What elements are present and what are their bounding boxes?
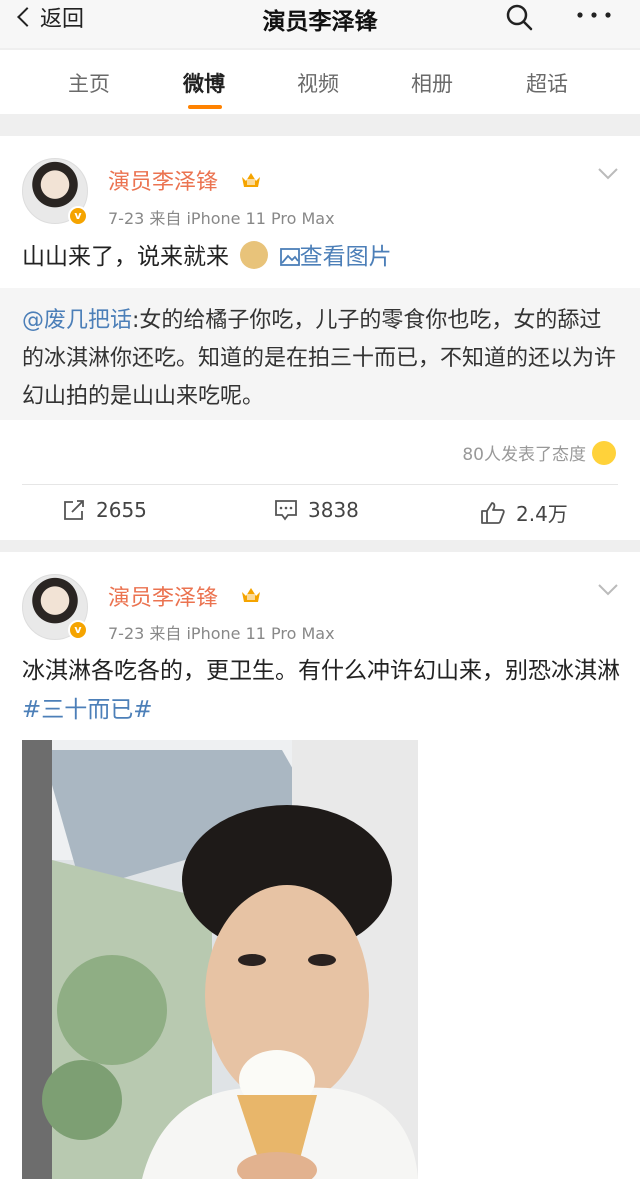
profile-tabs: 主页 微博 视频 相册 超话 bbox=[0, 50, 640, 114]
chevron-down-icon[interactable] bbox=[598, 584, 618, 596]
comment-icon bbox=[275, 500, 297, 521]
divider bbox=[22, 484, 618, 485]
crown-icon bbox=[242, 588, 260, 602]
post-text: 山山来了，说来就来 查看图片 bbox=[22, 238, 622, 277]
post-meta: 7-23 来自 iPhone 11 Pro Max bbox=[108, 209, 335, 228]
post-username[interactable]: 演员李泽锋 bbox=[108, 164, 218, 196]
post-text: 冰淇淋各吃各的，更卫生。有什么冲许幻山来，别恐冰淇淋 #三十而已# bbox=[22, 652, 622, 730]
active-tab-indicator bbox=[188, 105, 222, 109]
verified-badge-icon: v bbox=[68, 206, 88, 226]
post-username[interactable]: 演员李泽锋 bbox=[108, 580, 218, 612]
repost-button[interactable]: 2655 bbox=[62, 498, 147, 522]
view-image-link[interactable]: 查看图片 bbox=[279, 244, 392, 270]
more-icon[interactable] bbox=[574, 0, 614, 30]
thumbs-up-icon bbox=[481, 501, 505, 524]
quote-user-link[interactable]: @废几把话 bbox=[22, 308, 132, 333]
post-text-body: 冰淇淋各吃各的，更卫生。有什么冲许幻山来，别恐冰淇淋 bbox=[22, 658, 620, 684]
page-title: 演员李泽锋 bbox=[262, 9, 378, 35]
tab-supertopic[interactable]: 超话 bbox=[526, 68, 568, 98]
post-meta: 7-23 来自 iPhone 11 Pro Max bbox=[108, 624, 335, 643]
verified-badge-icon: v bbox=[68, 620, 88, 640]
like-count: 2.4万 bbox=[516, 502, 568, 526]
top-bar: 返回 演员李泽锋 bbox=[0, 0, 640, 48]
comment-count: 3838 bbox=[308, 498, 359, 522]
view-image-label: 查看图片 bbox=[299, 244, 392, 270]
quoted-post[interactable]: @废几把话:女的给橘子你吃，儿子的零食你也吃，女的舔过的冰淇淋你还吃。知道的是在… bbox=[0, 288, 640, 420]
reactions-summary[interactable]: 80人发表了态度 bbox=[462, 440, 616, 465]
reactions-label: 80人发表了态度 bbox=[462, 445, 586, 465]
tab-album[interactable]: 相册 bbox=[411, 68, 453, 98]
post-photo[interactable] bbox=[22, 740, 418, 1179]
doge-emoji-icon bbox=[240, 241, 269, 269]
post-text-body: 山山来了，说来就来 bbox=[22, 244, 229, 270]
comment-button[interactable]: 3838 bbox=[274, 498, 359, 522]
repost-count: 2655 bbox=[96, 498, 147, 522]
chevron-down-icon[interactable] bbox=[598, 168, 618, 180]
image-icon bbox=[279, 248, 300, 266]
search-icon[interactable] bbox=[504, 2, 534, 32]
tab-home[interactable]: 主页 bbox=[68, 68, 110, 98]
crown-icon bbox=[242, 173, 260, 187]
hashtag-link[interactable]: #三十而已# bbox=[22, 697, 153, 723]
repost-icon bbox=[64, 500, 84, 520]
tab-weibo[interactable]: 微博 bbox=[183, 68, 225, 98]
laugh-emoji-icon bbox=[592, 440, 616, 465]
like-button[interactable]: 2.4万 bbox=[480, 498, 568, 527]
tab-video[interactable]: 视频 bbox=[297, 68, 339, 98]
